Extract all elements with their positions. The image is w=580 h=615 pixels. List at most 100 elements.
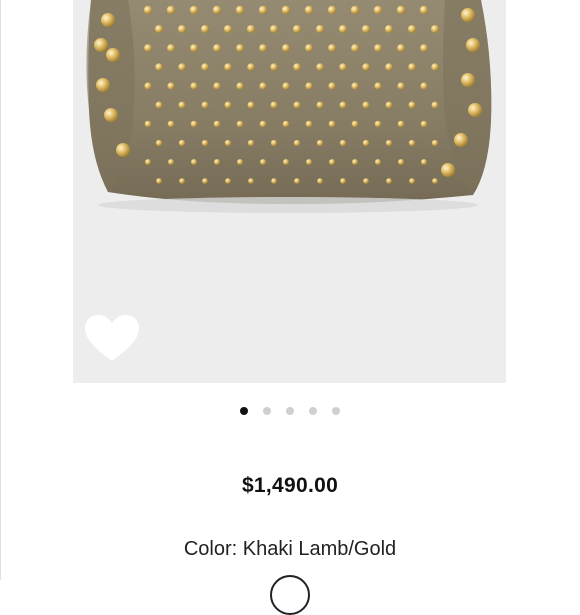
stud	[269, 24, 279, 34]
stud	[144, 44, 152, 52]
stud	[306, 159, 312, 165]
stud	[235, 5, 245, 15]
stud	[363, 178, 369, 184]
stud	[431, 139, 439, 147]
stud	[339, 139, 347, 147]
stud	[258, 5, 268, 15]
stud	[200, 24, 210, 34]
stud	[223, 24, 233, 34]
stud	[213, 120, 221, 128]
stud	[213, 82, 221, 90]
stud	[397, 120, 405, 128]
stud	[212, 5, 222, 15]
product-color: Color: Khaki Lamb/Gold	[0, 538, 580, 561]
stud	[352, 159, 358, 165]
stud	[189, 5, 199, 15]
stud	[104, 108, 118, 122]
bag-shadow	[98, 197, 478, 213]
stud	[270, 101, 278, 109]
stud	[144, 82, 152, 90]
stud	[201, 139, 209, 147]
stud	[281, 5, 291, 15]
stud	[327, 5, 337, 15]
stud	[155, 139, 163, 147]
stud	[350, 5, 360, 15]
stud	[408, 101, 416, 109]
stud	[441, 163, 455, 177]
stud	[374, 82, 382, 90]
color-label: Color:	[183, 538, 238, 560]
stud	[351, 82, 359, 90]
stud	[247, 63, 255, 71]
stud	[213, 44, 221, 52]
stud	[94, 38, 108, 52]
stud	[328, 82, 336, 90]
stud	[236, 82, 244, 90]
stud	[338, 24, 348, 34]
stud	[408, 139, 416, 147]
stud	[408, 63, 416, 71]
stud	[177, 24, 187, 34]
stud	[106, 48, 120, 62]
stud	[247, 139, 255, 147]
stud	[259, 120, 267, 128]
stud	[191, 159, 197, 165]
stud	[340, 178, 346, 184]
stud	[282, 44, 290, 52]
color-value: Khaki Lamb/Gold	[242, 538, 397, 560]
stud	[96, 78, 110, 92]
stud	[166, 5, 176, 15]
stud	[282, 82, 290, 90]
carousel-dot[interactable]	[332, 407, 340, 415]
stud	[190, 120, 198, 128]
stud	[190, 44, 198, 52]
stud	[398, 159, 404, 165]
stud	[293, 63, 301, 71]
carousel-dot[interactable]	[240, 407, 248, 415]
stud	[421, 159, 427, 165]
stud	[375, 159, 381, 165]
product-price: $1,490.00	[241, 474, 339, 497]
stud	[420, 82, 428, 90]
stud	[305, 44, 313, 52]
stud	[374, 44, 382, 52]
stud	[178, 101, 186, 109]
stud	[397, 44, 405, 52]
stud	[224, 101, 232, 109]
stud	[167, 44, 175, 52]
stud	[431, 101, 439, 109]
stud	[317, 178, 323, 184]
stud	[143, 5, 153, 15]
stud	[224, 63, 232, 71]
stud	[386, 178, 392, 184]
stud	[385, 101, 393, 109]
stud	[236, 44, 244, 52]
carousel-dot[interactable]	[263, 407, 271, 415]
product-image[interactable]	[73, 0, 506, 383]
stud	[461, 8, 475, 22]
stud	[351, 44, 359, 52]
stud	[156, 178, 162, 184]
carousel-dot[interactable]	[309, 407, 317, 415]
stud	[431, 63, 439, 71]
stud	[293, 101, 301, 109]
stud	[328, 120, 336, 128]
stud	[167, 120, 175, 128]
stud	[304, 5, 314, 15]
carousel-dot[interactable]	[286, 407, 294, 415]
stud	[178, 63, 186, 71]
stud	[454, 133, 468, 147]
stud	[201, 101, 209, 109]
stud	[420, 44, 428, 52]
stud	[293, 139, 301, 147]
stud	[420, 120, 428, 128]
stud	[396, 5, 406, 15]
stud	[468, 103, 482, 117]
like-button[interactable]	[83, 314, 141, 364]
stud	[305, 120, 313, 128]
stud	[248, 178, 254, 184]
stud	[419, 5, 429, 15]
color-swatch[interactable]	[270, 575, 310, 615]
stud	[155, 101, 163, 109]
heart-icon[interactable]	[83, 314, 141, 364]
